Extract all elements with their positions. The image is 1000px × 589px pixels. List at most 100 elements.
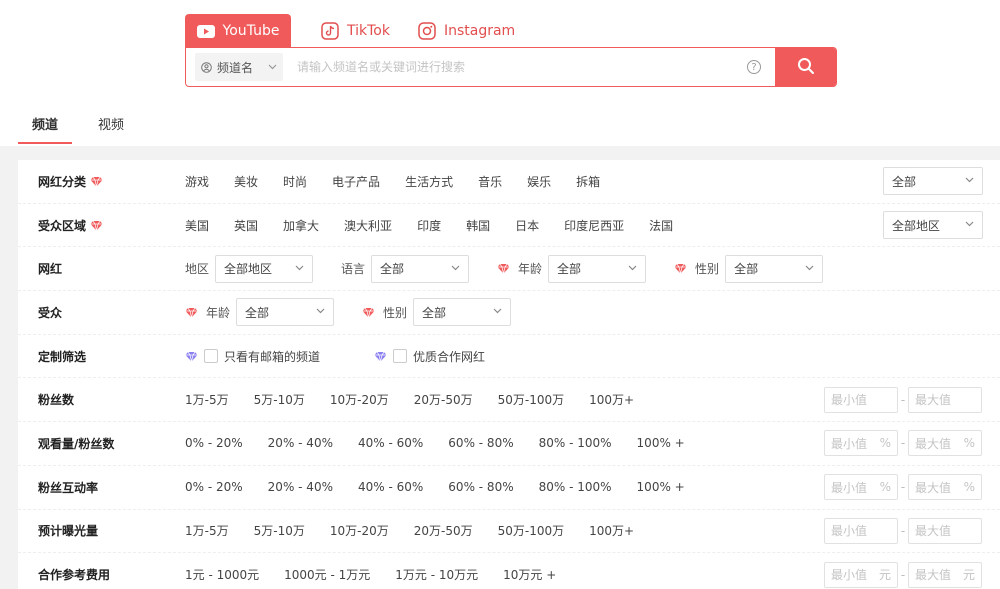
influencer-age-select[interactable]: 全部: [548, 254, 647, 283]
engagement-option[interactable]: 20% - 40%: [268, 480, 333, 494]
category-option[interactable]: 美妆: [234, 173, 258, 190]
region-option[interactable]: 英国: [234, 217, 258, 234]
audience-age-select[interactable]: 全部: [236, 298, 335, 327]
region-option[interactable]: 澳大利亚: [344, 217, 392, 234]
category-option[interactable]: 生活方式: [405, 173, 453, 190]
select-value: 全部: [422, 305, 447, 320]
view-ratio-option[interactable]: 40% - 60%: [358, 436, 423, 450]
region-option[interactable]: 韩国: [466, 217, 490, 234]
engagement-option[interactable]: 80% - 100%: [539, 480, 612, 494]
exposure-option[interactable]: 1万-5万: [185, 522, 229, 539]
email-only-label[interactable]: 只看有邮箱的频道: [224, 348, 320, 365]
select-value: 全部地区: [892, 218, 941, 233]
divider: [0, 146, 18, 589]
content-tabs: 频道 视频: [18, 104, 138, 144]
category-option[interactable]: 拆箱: [576, 173, 600, 190]
filter-row-category: 网红分类 游戏 美妆 时尚 电子产品 生活方式 音乐 娱乐 拆箱 全部: [18, 160, 1000, 204]
view-ratio-min-input[interactable]: 最小值%: [824, 430, 898, 457]
view-ratio-max-input[interactable]: 最大值%: [908, 430, 982, 457]
influencer-region-select[interactable]: 全部地区: [215, 254, 314, 283]
influencer-language-select[interactable]: 全部: [371, 254, 470, 283]
exposure-option[interactable]: 20万-50万: [414, 522, 473, 539]
view-ratio-option[interactable]: 80% - 100%: [539, 436, 612, 450]
diamond-icon: [374, 351, 387, 362]
cost-option[interactable]: 1元 - 1000元: [185, 566, 259, 583]
followers-option[interactable]: 50万-100万: [498, 391, 565, 408]
select-value: 全部地区: [224, 262, 273, 277]
cost-option[interactable]: 1000元 - 1万元: [284, 566, 370, 583]
search-input[interactable]: [283, 48, 747, 86]
audience-gender-select[interactable]: 全部: [413, 298, 512, 327]
quality-partner-checkbox[interactable]: [393, 349, 408, 364]
view-ratio-option[interactable]: 60% - 80%: [448, 436, 513, 450]
exposure-max-input[interactable]: 最大值: [908, 517, 982, 544]
engagement-option[interactable]: 60% - 80%: [448, 480, 513, 494]
region-select[interactable]: 全部地区: [883, 211, 983, 240]
category-option[interactable]: 时尚: [283, 173, 307, 190]
exposure-min-input[interactable]: 最小值: [824, 517, 898, 544]
diamond-icon: [497, 263, 510, 274]
unit: 元: [962, 568, 975, 583]
cost-max-input[interactable]: 最大值元: [908, 561, 982, 588]
category-option[interactable]: 音乐: [478, 173, 502, 190]
region-option[interactable]: 加拿大: [283, 217, 319, 234]
region-option[interactable]: 日本: [515, 217, 539, 234]
region-option[interactable]: 印度尼西亚: [564, 217, 624, 234]
placeholder: 最大值: [915, 568, 952, 583]
followers-option[interactable]: 20万-50万: [414, 391, 473, 408]
view-ratio-option[interactable]: 100% +: [637, 436, 685, 450]
region-option[interactable]: 印度: [417, 217, 441, 234]
cost-option[interactable]: 10万元 +: [503, 566, 556, 583]
view-ratio-option[interactable]: 0% - 20%: [185, 436, 243, 450]
category-option[interactable]: 游戏: [185, 173, 209, 190]
engagement-option[interactable]: 0% - 20%: [185, 480, 243, 494]
cost-min-input[interactable]: 最小值元: [824, 561, 898, 588]
region-option[interactable]: 法国: [649, 217, 673, 234]
followers-option[interactable]: 100万+: [589, 391, 634, 408]
exposure-option[interactable]: 100万+: [589, 522, 634, 539]
view-ratio-option[interactable]: 20% - 40%: [268, 436, 333, 450]
filter-row-audience-region: 受众区域 美国 英国 加拿大 澳大利亚 印度 韩国 日本 印度尼西亚 法国 全部…: [18, 204, 1000, 248]
cost-option[interactable]: 1万元 - 10万元: [395, 566, 478, 583]
region-option[interactable]: 美国: [185, 217, 209, 234]
engagement-option[interactable]: 40% - 60%: [358, 480, 423, 494]
search-button[interactable]: [775, 48, 836, 86]
email-only-checkbox[interactable]: [204, 349, 218, 364]
tab-videos[interactable]: 视频: [84, 104, 138, 144]
platform-tab-youtube[interactable]: YouTube: [185, 14, 291, 48]
gender-label: 性别: [383, 305, 408, 320]
engagement-min-input[interactable]: 最小值%: [824, 474, 898, 501]
followers-min-input[interactable]: 最小值: [824, 386, 898, 413]
engagement-option[interactable]: 100% +: [637, 480, 685, 494]
platform-tab-tiktok[interactable]: TikTok: [309, 14, 402, 48]
category-option[interactable]: 娱乐: [527, 173, 551, 190]
followers-option[interactable]: 1万-5万: [185, 391, 229, 408]
platform-tabs: YouTube TikTok Instagram: [185, 14, 527, 48]
quality-partner-label[interactable]: 优质合作网红: [413, 348, 485, 365]
followers-option[interactable]: 5万-10万: [254, 391, 305, 408]
category-option[interactable]: 电子产品: [332, 173, 380, 190]
search-type-select[interactable]: 频道名: [195, 53, 283, 81]
placeholder: 最大值: [915, 393, 952, 408]
filter-label: 受众: [38, 305, 63, 320]
search-bar: 频道名 ?: [185, 47, 837, 87]
exposure-option[interactable]: 10万-20万: [330, 522, 389, 539]
exposure-option[interactable]: 50万-100万: [498, 522, 565, 539]
filter-panel: 网红分类 游戏 美妆 时尚 电子产品 生活方式 音乐 娱乐 拆箱 全部 受众区域…: [18, 160, 1000, 589]
placeholder: 最小值: [831, 568, 868, 583]
category-select[interactable]: 全部: [883, 167, 983, 196]
influencer-gender-select[interactable]: 全部: [725, 254, 824, 283]
filter-row-followers: 粉丝数 1万-5万 5万-10万 10万-20万 20万-50万 50万-100…: [18, 378, 1000, 423]
followers-option[interactable]: 10万-20万: [330, 391, 389, 408]
range-dash: -: [900, 392, 906, 407]
followers-max-input[interactable]: 最大值: [908, 386, 982, 413]
help-icon[interactable]: ?: [747, 60, 761, 74]
engagement-max-input[interactable]: 最大值%: [908, 474, 982, 501]
tab-channels[interactable]: 频道: [18, 104, 72, 144]
platform-tab-instagram[interactable]: Instagram: [406, 14, 527, 48]
placeholder: 最大值: [915, 480, 952, 495]
diamond-icon: [90, 176, 103, 187]
placeholder: 最大值: [915, 436, 952, 451]
exposure-option[interactable]: 5万-10万: [254, 522, 305, 539]
diamond-icon: [185, 307, 198, 318]
